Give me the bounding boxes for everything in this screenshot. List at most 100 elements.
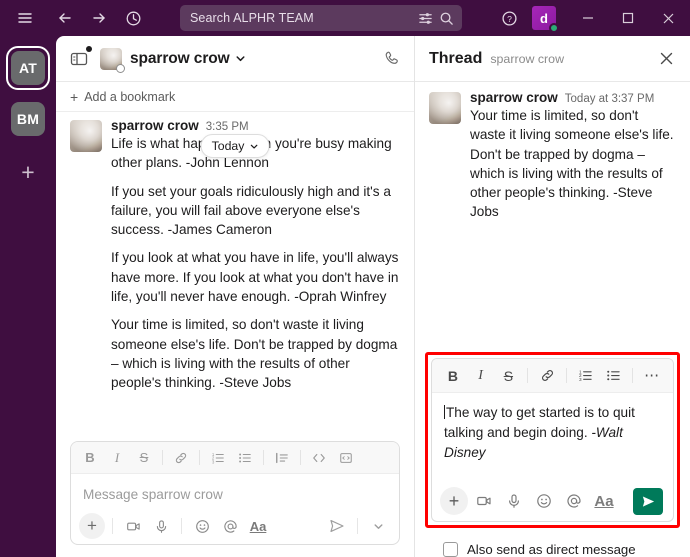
also-send-direct-message-row[interactable]: Also send as direct message xyxy=(425,528,680,557)
search-input[interactable]: Search ALPHR TEAM xyxy=(180,5,462,31)
audio-clip-icon[interactable] xyxy=(500,487,528,515)
audio-clip-icon[interactable] xyxy=(148,513,174,539)
thread-root-message: sparrow crow Today at 3:37 PM Your time … xyxy=(415,90,690,222)
strikethrough-icon[interactable]: S xyxy=(131,446,157,470)
formatting-icon[interactable]: Aa xyxy=(590,487,618,515)
code-block-icon[interactable] xyxy=(333,446,359,470)
italic-icon[interactable]: I xyxy=(468,363,494,389)
link-icon[interactable] xyxy=(534,363,560,389)
emoji-icon[interactable] xyxy=(530,487,558,515)
help-circle-icon[interactable]: ? xyxy=(492,3,526,33)
strikethrough-icon[interactable]: S xyxy=(496,363,522,389)
search-area: Search ALPHR TEAM xyxy=(150,5,492,31)
thread-channel-name: sparrow crow xyxy=(490,51,565,66)
message-list[interactable]: Today sparrow crow 3:35 PM Life is what … xyxy=(56,112,414,441)
add-workspace-button[interactable]: + xyxy=(10,154,46,190)
message-author[interactable]: sparrow crow xyxy=(111,118,199,133)
more-options-icon[interactable]: ⋯ xyxy=(639,363,665,389)
presence-ring-icon xyxy=(116,63,125,73)
channel-composer-area: B I S 123 Message sparrow crow + Aa xyxy=(56,441,414,557)
ordered-list-icon[interactable]: 123 xyxy=(205,446,231,470)
formatting-icon[interactable]: Aa xyxy=(245,513,271,539)
message-item: sparrow crow 3:35 PM Life is what happen… xyxy=(56,118,414,393)
chevron-down-icon[interactable] xyxy=(365,513,391,539)
message-composer[interactable]: B I S 123 Message sparrow crow + Aa xyxy=(70,441,400,545)
thread-composer-highlight: B I S 123 ⋯ The way to get started is to… xyxy=(425,352,680,528)
minimize-button[interactable] xyxy=(568,2,608,34)
workspace-initials: BM xyxy=(11,102,45,136)
forward-arrow-icon[interactable] xyxy=(82,3,116,33)
message-avatar[interactable] xyxy=(429,92,461,124)
maximize-button[interactable] xyxy=(608,2,648,34)
svg-text:3: 3 xyxy=(212,459,215,464)
add-attachment-icon[interactable]: + xyxy=(79,513,105,539)
presence-indicator xyxy=(549,23,559,33)
italic-icon[interactable]: I xyxy=(104,446,130,470)
bulleted-list-icon[interactable] xyxy=(232,446,258,470)
toolbar-divider xyxy=(527,368,529,383)
message-avatar[interactable] xyxy=(70,120,102,152)
also-send-label: Also send as direct message xyxy=(467,542,636,557)
message-timestamp: 3:35 PM xyxy=(205,121,249,133)
video-clip-icon[interactable] xyxy=(470,487,498,515)
thread-message-list[interactable]: sparrow crow Today at 3:37 PM Your time … xyxy=(415,82,690,346)
workspace-rail: AT BM + xyxy=(0,36,56,557)
close-icon[interactable] xyxy=(654,47,678,71)
window-controls-group: ? d xyxy=(492,2,688,34)
thread-title: Thread xyxy=(429,49,483,67)
toolbar-divider xyxy=(263,450,264,465)
message-author[interactable]: sparrow crow xyxy=(470,90,558,105)
add-bookmark-label: Add a bookmark xyxy=(84,89,176,104)
message-body: sparrow crow Today at 3:37 PM Your time … xyxy=(461,90,676,222)
thread-message-input[interactable]: The way to get started is to quit talkin… xyxy=(432,393,673,481)
action-divider xyxy=(357,518,358,534)
text-caret xyxy=(444,405,445,419)
mention-icon[interactable] xyxy=(217,513,243,539)
message-paragraph: Your time is limited, so don't waste it … xyxy=(111,317,398,391)
ordered-list-icon[interactable]: 123 xyxy=(573,363,599,389)
send-button[interactable] xyxy=(633,487,663,515)
link-icon[interactable] xyxy=(168,446,194,470)
hamburger-icon[interactable] xyxy=(8,3,42,33)
date-divider-pill[interactable]: Today xyxy=(200,134,270,158)
search-icon[interactable] xyxy=(439,11,454,26)
video-clip-icon[interactable] xyxy=(120,513,146,539)
panel-toggle-icon[interactable] xyxy=(68,45,92,70)
user-avatar[interactable]: d xyxy=(532,6,559,33)
blockquote-icon[interactable] xyxy=(269,446,295,470)
toolbar-divider xyxy=(300,450,301,465)
unread-dot-icon xyxy=(86,45,92,52)
clock-history-icon[interactable] xyxy=(116,3,150,33)
app-body: AT BM + sparrow crow + Add a bookmark To… xyxy=(0,36,690,557)
svg-text:?: ? xyxy=(507,14,512,24)
content-area: sparrow crow + Add a bookmark Today spar… xyxy=(56,36,690,557)
mention-icon[interactable] xyxy=(560,487,588,515)
bold-icon[interactable]: B xyxy=(440,363,466,389)
emoji-icon[interactable] xyxy=(189,513,215,539)
close-button[interactable] xyxy=(648,2,688,34)
message-paragraph: If you set your goals ridiculously high … xyxy=(111,183,391,238)
send-icon[interactable] xyxy=(324,513,350,539)
back-arrow-icon[interactable] xyxy=(48,3,82,33)
message-input[interactable]: Message sparrow crow xyxy=(71,474,399,508)
bookmark-bar[interactable]: + Add a bookmark xyxy=(56,82,414,112)
title-bar: Search ALPHR TEAM ? d xyxy=(0,0,690,36)
formatting-toolbar: B I S 123 xyxy=(71,442,399,474)
channel-name[interactable]: sparrow crow xyxy=(130,50,230,68)
thread-composer-actions: + Aa xyxy=(432,481,673,521)
workspace-switcher-bm[interactable]: BM xyxy=(11,102,45,136)
message-header: sparrow crow Today at 3:37 PM xyxy=(470,90,676,105)
bold-icon[interactable]: B xyxy=(77,446,103,470)
workspace-switcher-at[interactable]: AT xyxy=(6,46,50,90)
toolbar-divider xyxy=(632,368,634,383)
thread-reply-composer[interactable]: B I S 123 ⋯ The way to get started is to… xyxy=(431,358,674,522)
bulleted-list-icon[interactable] xyxy=(601,363,627,389)
also-send-checkbox[interactable] xyxy=(443,542,458,557)
composer-actions: + Aa xyxy=(71,508,399,544)
chevron-down-icon[interactable] xyxy=(235,53,246,64)
code-icon[interactable] xyxy=(306,446,332,470)
add-attachment-icon[interactable]: + xyxy=(440,487,468,515)
channel-pane: sparrow crow + Add a bookmark Today spar… xyxy=(56,36,414,557)
search-filter-icon[interactable] xyxy=(418,11,433,26)
phone-call-icon[interactable] xyxy=(378,46,404,72)
